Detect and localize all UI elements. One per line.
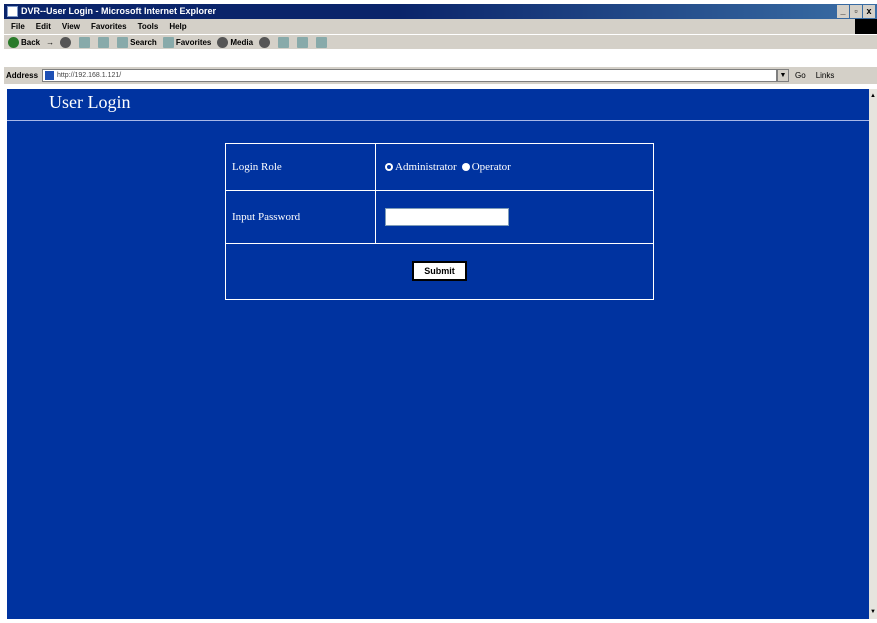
- address-dropdown-button[interactable]: ▼: [777, 69, 790, 82]
- favorites-icon: [162, 36, 174, 48]
- mail-button[interactable]: [278, 36, 291, 48]
- home-icon: [98, 36, 110, 48]
- menu-tools[interactable]: Tools: [138, 22, 159, 31]
- menu-bar: File Edit View Favorites Tools Help: [4, 19, 877, 34]
- address-input[interactable]: http://192.168.1.121/: [42, 69, 778, 82]
- vertical-scrollbar[interactable]: ▲ ▼: [869, 89, 877, 619]
- administrator-radio[interactable]: [385, 163, 393, 171]
- operator-radio-label[interactable]: Operator: [472, 161, 511, 173]
- back-arrow-icon: [8, 36, 19, 48]
- menu-file[interactable]: File: [11, 22, 25, 31]
- page-content: User Login Login Role Administrator Oper…: [7, 89, 869, 619]
- password-cell: [385, 191, 509, 243]
- password-label: Input Password: [232, 211, 301, 223]
- page-icon: [45, 71, 55, 80]
- administrator-radio-label[interactable]: Administrator: [395, 161, 457, 173]
- standard-toolbar: Back → Search Favorites Media: [4, 34, 877, 49]
- scroll-up-icon[interactable]: ▲: [869, 91, 877, 101]
- address-bar: Address http://192.168.1.121/ ▼ Go Links: [4, 66, 877, 84]
- password-row: Input Password: [226, 191, 653, 244]
- search-icon: [117, 36, 129, 48]
- search-button[interactable]: Search: [117, 36, 157, 48]
- browser-window: DVR--User Login - Microsoft Internet Exp…: [0, 0, 877, 623]
- scroll-down-icon[interactable]: ▼: [869, 607, 877, 617]
- title-bar: DVR--User Login - Microsoft Internet Exp…: [4, 4, 877, 19]
- submit-row: Submit: [226, 244, 653, 299]
- role-radio-group: Administrator Operator: [385, 161, 516, 173]
- login-role-options: Administrator Operator: [385, 144, 516, 190]
- history-icon: [259, 36, 271, 48]
- column-divider: [375, 191, 376, 243]
- home-button[interactable]: [98, 36, 111, 48]
- menu-view[interactable]: View: [62, 22, 80, 31]
- login-role-row: Login Role Administrator Operator: [226, 144, 653, 191]
- media-icon: [217, 36, 229, 48]
- column-divider: [375, 144, 376, 190]
- refresh-icon: [79, 36, 91, 48]
- history-button[interactable]: [259, 36, 272, 48]
- address-label: Address: [6, 71, 39, 80]
- page-title: User Login: [49, 92, 131, 112]
- mail-icon: [278, 36, 290, 48]
- window-title: DVR--User Login - Microsoft Internet Exp…: [21, 6, 217, 16]
- print-icon: [297, 36, 309, 48]
- go-button[interactable]: Go: [795, 71, 806, 80]
- login-role-label: Login Role: [232, 161, 282, 173]
- window-controls: _ ▫ x: [837, 5, 875, 18]
- forward-button[interactable]: →: [46, 38, 54, 47]
- print-button[interactable]: [297, 36, 310, 48]
- minimize-button[interactable]: _: [837, 5, 849, 18]
- close-button[interactable]: x: [863, 5, 875, 18]
- operator-radio[interactable]: [461, 163, 470, 171]
- menu-favorites[interactable]: Favorites: [91, 22, 127, 31]
- maximize-button[interactable]: ▫: [850, 5, 862, 18]
- windows-logo-icon: [855, 19, 877, 34]
- title-divider: [7, 120, 869, 121]
- media-button[interactable]: Media: [217, 36, 253, 48]
- submit-button[interactable]: Submit: [412, 261, 467, 281]
- menu-help[interactable]: Help: [169, 22, 186, 31]
- font-size-icon: [316, 36, 328, 48]
- font-size-button[interactable]: [316, 36, 329, 48]
- back-button[interactable]: Back: [8, 36, 40, 48]
- password-input[interactable]: [385, 208, 509, 226]
- stop-button[interactable]: [60, 36, 73, 48]
- address-url: http://192.168.1.121/: [57, 72, 122, 79]
- refresh-button[interactable]: [79, 36, 92, 48]
- stop-icon: [60, 36, 72, 48]
- favorites-button[interactable]: Favorites: [162, 36, 211, 48]
- login-form-table: Login Role Administrator Operator Input …: [225, 143, 654, 300]
- menu-edit[interactable]: Edit: [36, 22, 51, 31]
- links-button[interactable]: Links: [816, 71, 835, 80]
- ie-app-icon: [7, 6, 18, 17]
